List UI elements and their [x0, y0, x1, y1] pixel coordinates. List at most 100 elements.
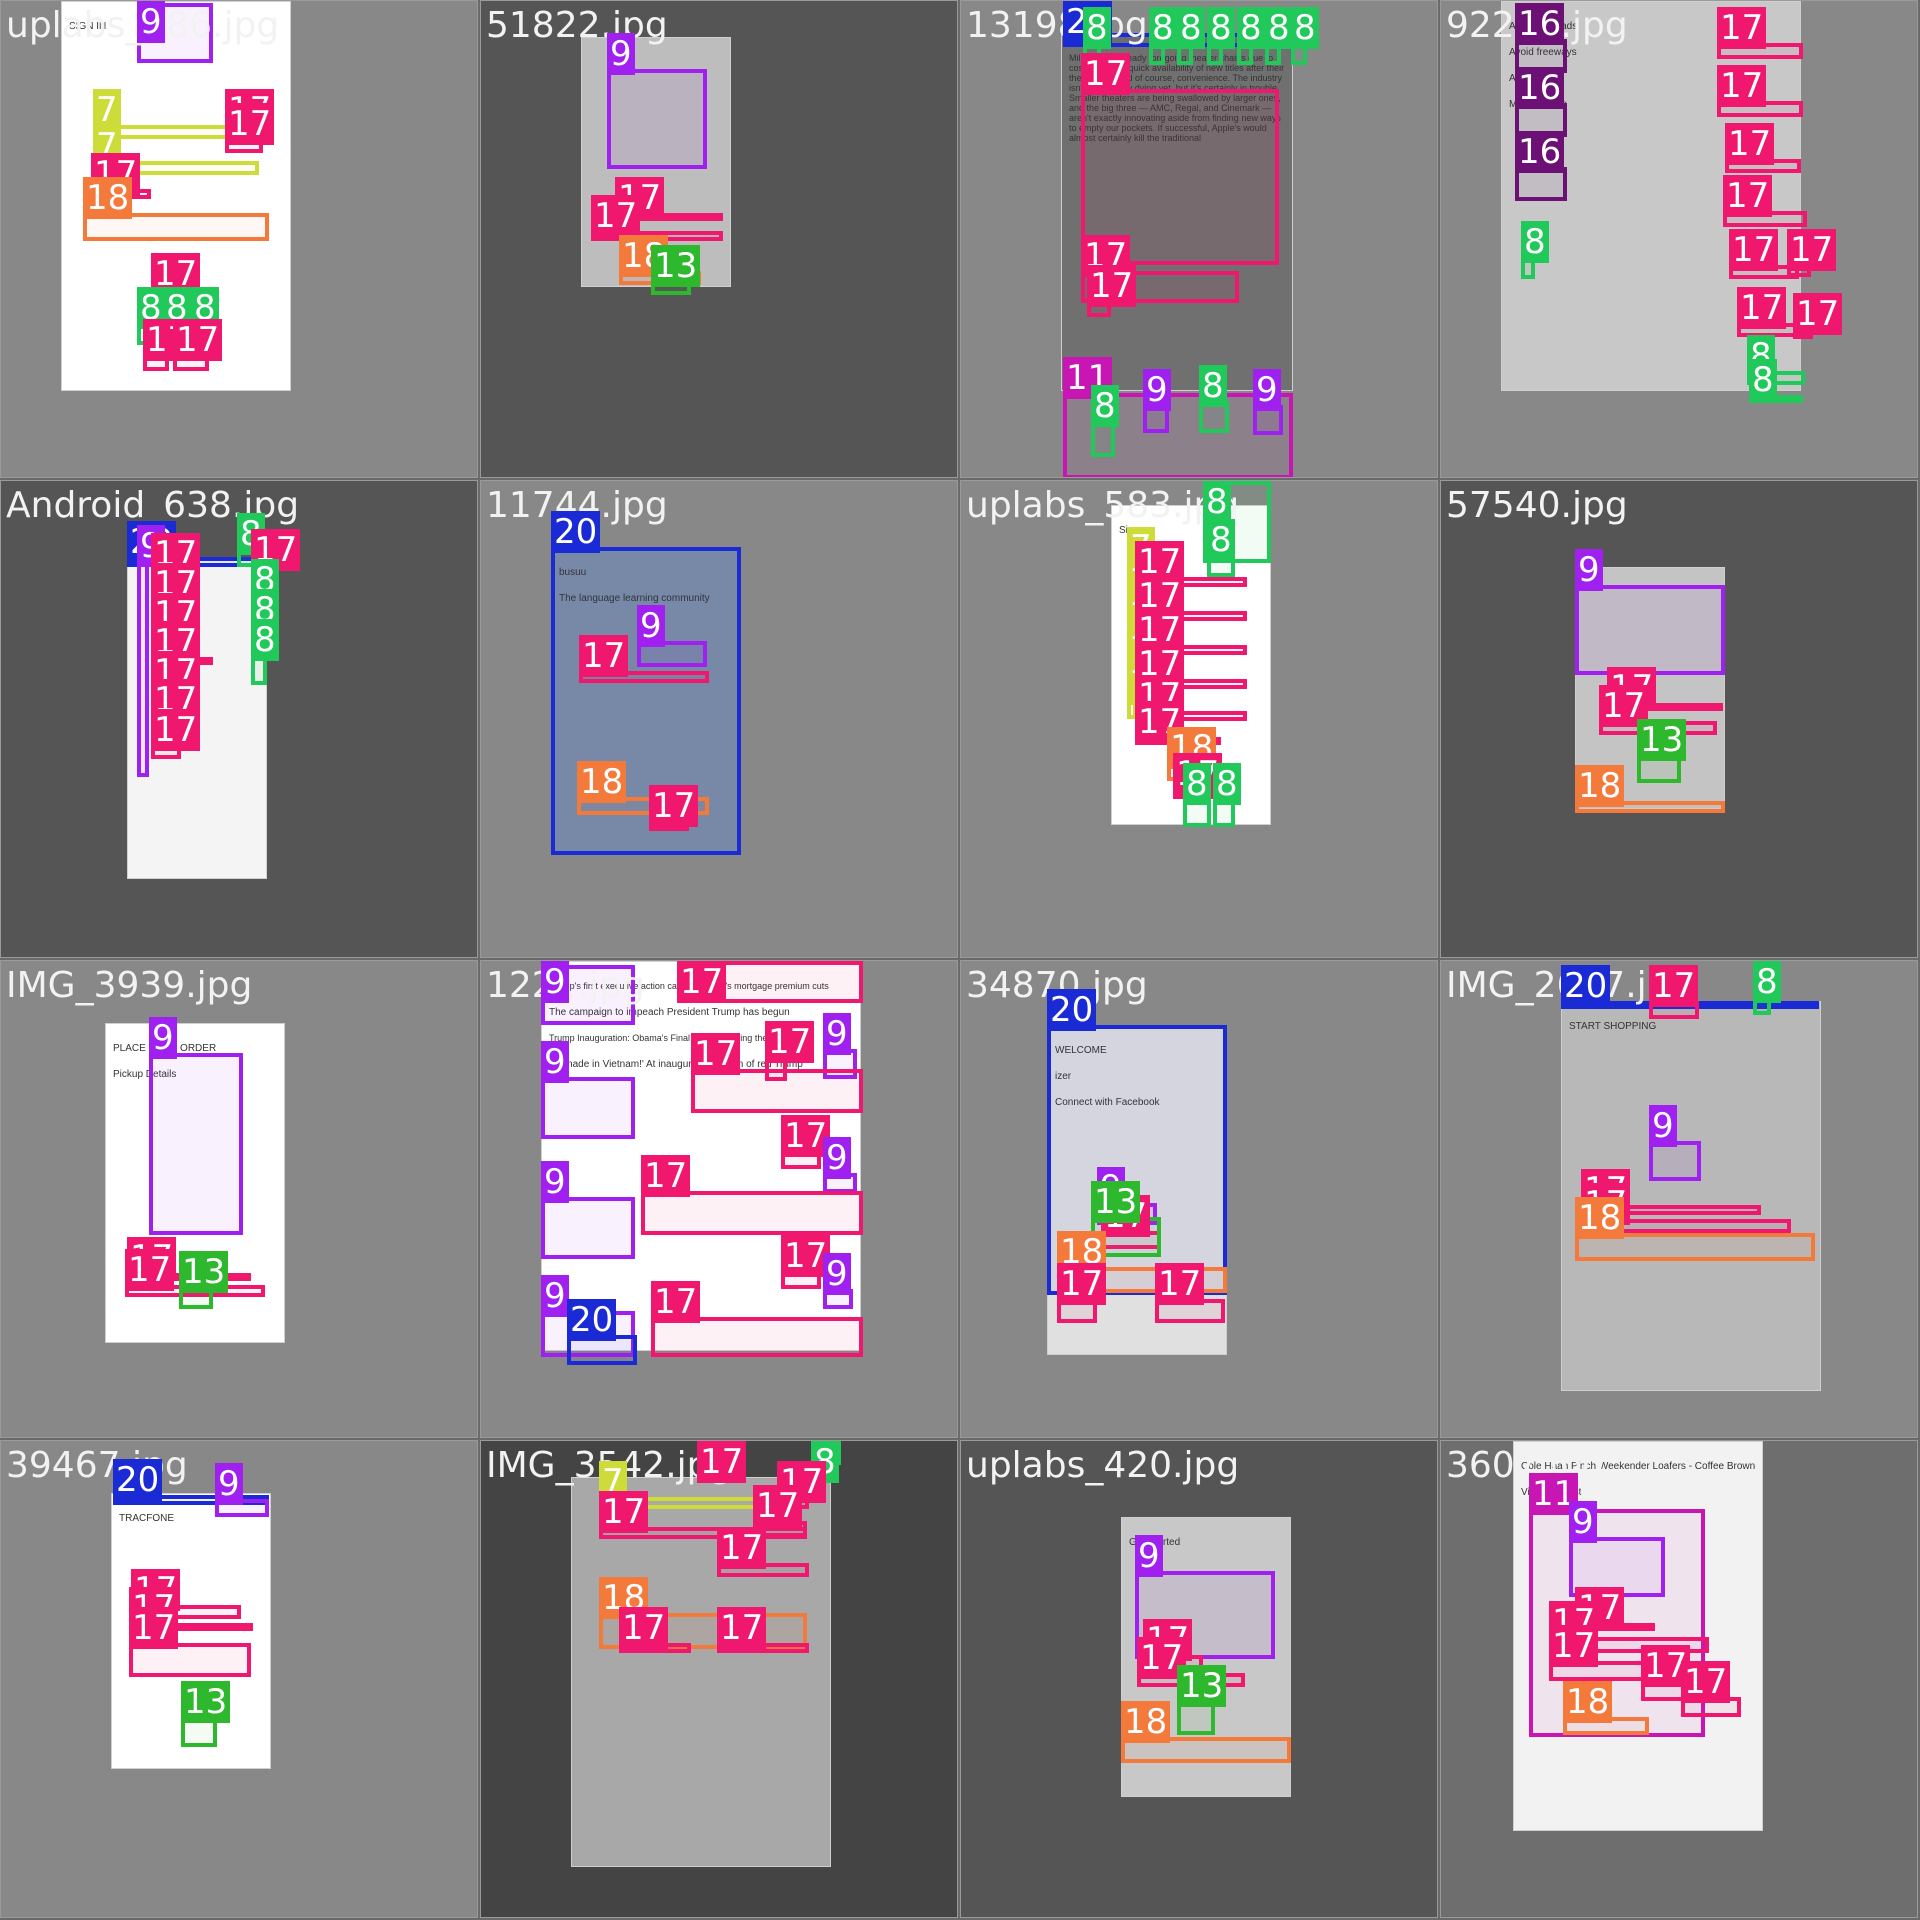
- class-label: 18: [83, 177, 133, 219]
- image-filename: IMG_3939.jpg: [6, 965, 253, 1006]
- class-label: 9: [607, 33, 635, 75]
- class-label: 8: [1083, 7, 1111, 49]
- class-label: 13: [651, 245, 701, 287]
- class-label: 18: [1121, 1701, 1171, 1743]
- image-tile: START SHOPPING201789171718IMG_2687.jpg: [1440, 960, 1918, 1438]
- detection-grid: SIGN IN97177171718178881717uplabs_386.jp…: [0, 0, 1920, 1920]
- screen-text: START SHOPPING: [1569, 1021, 1657, 1032]
- class-label: 17: [1057, 1263, 1107, 1305]
- class-label: 8: [1091, 385, 1119, 427]
- class-label: 17: [1717, 7, 1767, 49]
- class-label: 17: [1155, 1263, 1205, 1305]
- class-label: 9: [541, 1041, 569, 1083]
- class-label: 9: [1569, 1501, 1597, 1543]
- detection-box: [607, 69, 707, 169]
- class-label: 20: [1561, 965, 1611, 1007]
- class-label: 17: [125, 1249, 175, 1291]
- class-label: 17: [677, 961, 727, 1003]
- class-label: 17: [1723, 175, 1773, 217]
- detection-box: [641, 1191, 863, 1235]
- class-label: 18: [577, 761, 627, 803]
- class-label: 9: [215, 1463, 243, 1505]
- class-label: 18: [1575, 1197, 1625, 1239]
- class-label: 8: [1199, 365, 1227, 407]
- class-label: 9: [541, 961, 569, 1003]
- class-label: 18: [1575, 765, 1625, 807]
- class-label: 17: [591, 195, 641, 237]
- detection-box: [691, 1069, 863, 1113]
- image-filename: 13198.jpg: [966, 5, 1148, 46]
- class-label: 9: [1143, 369, 1171, 411]
- image-tile: Cole Haan Pinch Weekender Loafers - Coff…: [1440, 1440, 1918, 1918]
- detection-box: [541, 1197, 635, 1259]
- class-label: 8: [1183, 763, 1211, 805]
- class-label: 17: [1681, 1661, 1731, 1703]
- detection-box: [1649, 1141, 1701, 1181]
- class-label: 9: [1575, 549, 1603, 591]
- class-label: 9: [541, 1161, 569, 1203]
- class-label: 13: [1091, 1181, 1141, 1223]
- image-filename: uplabs_583.jpg: [966, 485, 1240, 526]
- image-tile: WELCOMEizerConnect with Facebook20917131…: [960, 960, 1438, 1438]
- class-label: 17: [651, 1281, 701, 1323]
- class-label: 9: [1649, 1105, 1677, 1147]
- image-tile: 20891717171717171717888Android_638.jpg: [0, 480, 478, 958]
- class-label: 17: [649, 785, 699, 827]
- class-label: 9: [137, 1, 165, 43]
- class-label: 13: [1637, 719, 1687, 761]
- screen-text: TRACFONE: [119, 1513, 174, 1524]
- class-label: 17: [691, 1033, 741, 1075]
- class-label: 17: [717, 1607, 767, 1649]
- class-label: 8: [1207, 7, 1235, 49]
- class-label: 17: [765, 1021, 815, 1063]
- class-label: 9: [1135, 1535, 1163, 1577]
- image-tile: Sign up8877777171717171717181788uplabs_5…: [960, 480, 1438, 958]
- image-tile: Millions are already foregoing theater c…: [960, 0, 1438, 478]
- class-label: 9: [541, 1275, 569, 1317]
- detection-box: [1575, 585, 1725, 675]
- class-label: 17: [717, 1527, 767, 1569]
- class-label: 17: [641, 1155, 691, 1197]
- image-filename: 51822.jpg: [486, 5, 668, 46]
- class-label: 17: [1717, 65, 1767, 107]
- class-label: 17: [1087, 265, 1137, 307]
- detection-box: [137, 561, 149, 777]
- class-label: 9: [823, 1013, 851, 1055]
- class-label: 17: [599, 1491, 649, 1533]
- image-tile: Get Started917171318uplabs_420.jpg: [960, 1440, 1438, 1918]
- class-label: 17: [151, 709, 201, 751]
- class-label: 17: [619, 1607, 669, 1649]
- class-label: 8: [1207, 519, 1235, 561]
- detection-box: [541, 1077, 635, 1139]
- class-label: 20: [551, 511, 601, 553]
- detection-box: [651, 1317, 863, 1357]
- class-label: 8: [1177, 7, 1205, 49]
- class-label: 17: [1649, 965, 1699, 1007]
- class-label: 9: [823, 1253, 851, 1295]
- class-label: 8: [1203, 481, 1231, 523]
- class-label: 20: [1047, 989, 1097, 1031]
- image-tile: Avoid toll roadsAvoid freewaysAvoid ferr…: [1440, 0, 1918, 478]
- class-label: 9: [1253, 369, 1281, 411]
- class-label: 8: [251, 619, 279, 661]
- class-label: 16: [1515, 3, 1565, 45]
- class-label: 8: [1237, 7, 1265, 49]
- image-tile: 91717181351822.jpg: [480, 0, 958, 478]
- class-label: 13: [1177, 1665, 1227, 1707]
- class-label: 8: [1213, 763, 1241, 805]
- image-tile: 91717181357540.jpg: [1440, 480, 1918, 958]
- image-tile: SIGN IN97177171718178881717uplabs_386.jp…: [0, 0, 478, 478]
- class-label: 8: [1291, 7, 1319, 49]
- class-label: 9: [823, 1137, 851, 1179]
- image-tile: PLACE YOUR ORDERPickup Details9171713IMG…: [0, 960, 478, 1438]
- class-label: 17: [225, 103, 275, 145]
- class-label: 16: [1515, 67, 1565, 109]
- image-filename: 3607.jpg: [1446, 1445, 1605, 1486]
- image-tile: 178717171717181717IMG_3542.jpg: [480, 1440, 958, 1918]
- class-label: 17: [1725, 123, 1775, 165]
- class-label: 13: [181, 1681, 231, 1723]
- class-label: 17: [753, 1485, 803, 1527]
- class-label: 8: [1749, 359, 1777, 401]
- class-label: 17: [1549, 1625, 1599, 1667]
- class-label: 8: [1265, 7, 1293, 49]
